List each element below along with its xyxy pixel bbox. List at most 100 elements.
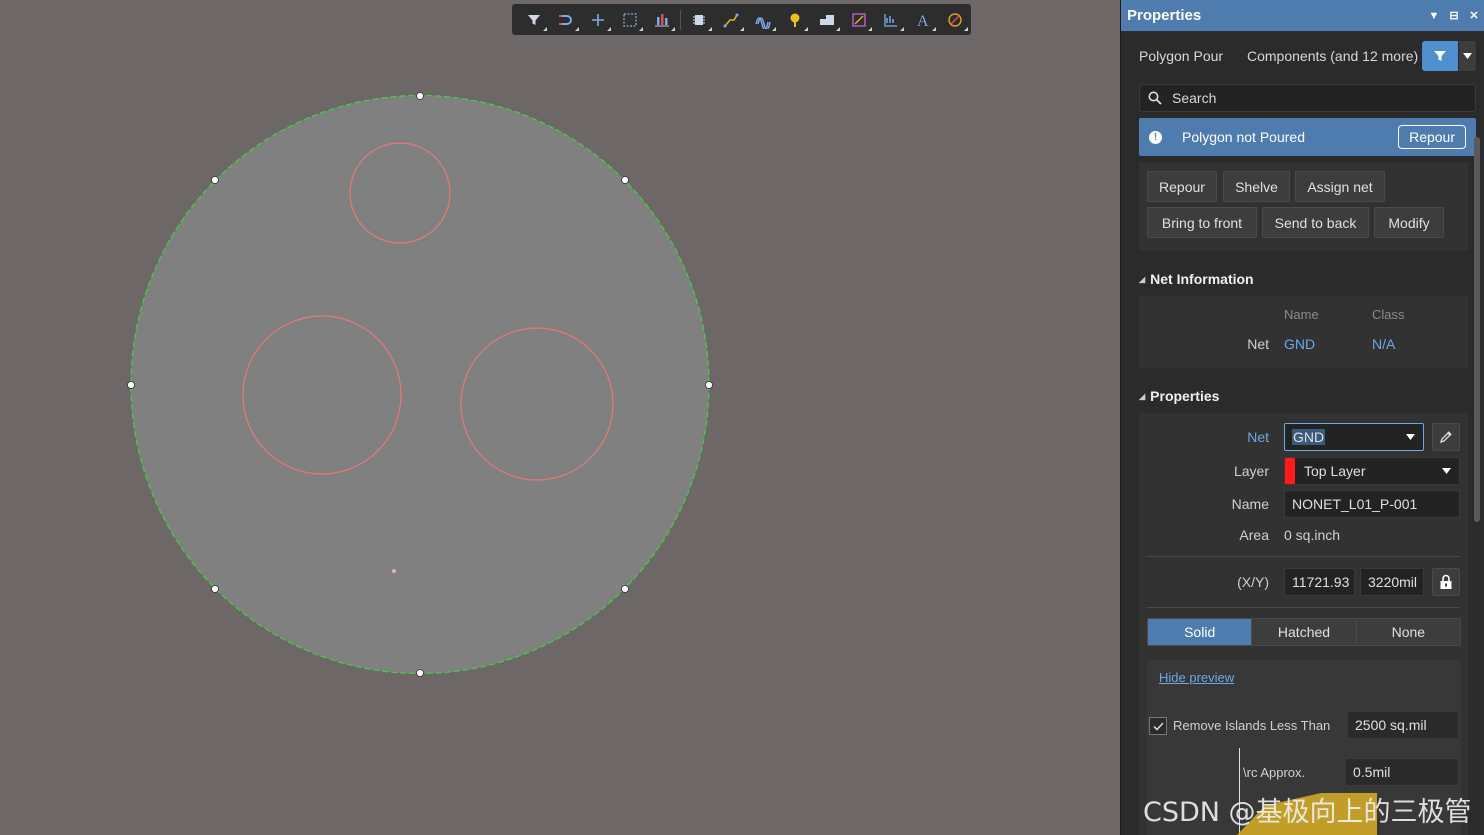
name-input[interactable]: NONET_L01_P-001 <box>1284 490 1460 518</box>
panel-close-icon[interactable]: ✕ <box>1464 9 1484 22</box>
panel-menu-icon[interactable]: ▼ <box>1424 10 1444 22</box>
panel-scrollbar[interactable] <box>1474 137 1480 522</box>
select-rect-icon[interactable] <box>614 6 646 33</box>
x-input[interactable]: 11721.93 <box>1284 568 1355 596</box>
layer-color-swatch <box>1285 458 1295 484</box>
object-type-label: Polygon Pour <box>1139 48 1224 64</box>
checkmark-icon <box>1152 721 1164 731</box>
net-col-name: Name <box>1284 307 1319 322</box>
info-icon: ! <box>1149 130 1162 144</box>
net-select-value: GND <box>1292 429 1326 445</box>
search-icon <box>1148 91 1162 105</box>
origin-dot <box>392 569 396 573</box>
layer-label: Layer <box>1233 463 1269 479</box>
filter-button[interactable] <box>1422 41 1458 71</box>
bring-to-front-button[interactable]: Bring to front <box>1147 207 1257 238</box>
hide-preview-link[interactable]: Hide preview <box>1159 670 1234 685</box>
fill-mode-none[interactable]: None <box>1356 619 1460 645</box>
diff-pair-icon[interactable] <box>747 6 779 33</box>
pcb-canvas[interactable]: A <box>0 0 1120 835</box>
chevron-down-icon <box>1463 53 1472 59</box>
name-label: Name <box>1231 496 1269 512</box>
net-row-label: Net <box>1247 336 1269 352</box>
repour-button[interactable]: Repour <box>1147 171 1217 202</box>
eyedropper-icon <box>1439 431 1452 444</box>
toolbar-separator <box>680 9 681 30</box>
panel-pin-icon[interactable]: ⊟ <box>1444 9 1464 22</box>
vertex-handle-right[interactable] <box>705 381 713 389</box>
vertex-handle-top-right[interactable] <box>621 176 629 184</box>
net-name-link[interactable]: GND <box>1284 336 1315 352</box>
watermark-text: CSDN @基极向上的三极管 <box>1143 797 1472 828</box>
lock-button[interactable] <box>1432 568 1460 596</box>
chart-icon[interactable] <box>875 6 907 33</box>
search-placeholder: Search <box>1172 90 1217 106</box>
net-information-header[interactable]: ◢ Net Information <box>1139 271 1254 287</box>
remove-islands-checkbox[interactable] <box>1149 717 1167 735</box>
xy-label: (X/Y) <box>1237 574 1269 590</box>
component-icon[interactable] <box>683 6 715 33</box>
search-input[interactable]: Search <box>1139 84 1476 112</box>
banner-repour-button[interactable]: Repour <box>1398 125 1466 149</box>
vertex-handle-top-left[interactable] <box>211 176 219 184</box>
name-input-value: NONET_L01_P-001 <box>1292 496 1418 512</box>
shelve-button[interactable]: Shelve <box>1223 171 1290 202</box>
filter-icon[interactable] <box>518 6 550 33</box>
align-icon[interactable] <box>646 6 678 33</box>
panel-header: Properties ▼ ⊟ ✕ <box>1121 0 1484 31</box>
active-bar-toolbar: A <box>512 4 971 35</box>
properties-header[interactable]: ◢ Properties <box>1139 388 1219 404</box>
net-label: Net <box>1247 429 1269 445</box>
fill-mode-solid[interactable]: Solid <box>1148 619 1253 645</box>
collapse-triangle-icon: ◢ <box>1139 274 1146 284</box>
x-input-value: 11721.93 <box>1292 574 1350 590</box>
net-information-title: Net Information <box>1150 271 1254 287</box>
keepout-icon[interactable] <box>939 6 971 33</box>
selection-summary[interactable]: Components (and 12 more) <box>1247 48 1422 64</box>
polygon-icon[interactable] <box>811 6 843 33</box>
layer-select-value: Top Layer <box>1304 463 1366 479</box>
cross-icon[interactable] <box>582 6 614 33</box>
properties-title: Properties <box>1150 388 1220 404</box>
net-select[interactable]: GND <box>1284 423 1424 451</box>
board-drawing[interactable] <box>0 0 1120 835</box>
y-input-value: 3220mil <box>1368 574 1418 590</box>
arc-approx-input[interactable]: 0.5mil <box>1345 758 1459 786</box>
vertex-handle-left[interactable] <box>127 381 135 389</box>
collapse-triangle-icon: ◢ <box>1139 391 1146 401</box>
region-icon[interactable] <box>843 6 875 33</box>
vertex-handle-bottom-left[interactable] <box>211 585 219 593</box>
area-label: Area <box>1239 527 1269 543</box>
filter-dropdown-button[interactable] <box>1458 41 1476 71</box>
vertex-handle-bottom[interactable] <box>416 669 424 677</box>
polygon-status-banner: ! Polygon not Poured Repour <box>1139 118 1476 156</box>
snap-icon[interactable] <box>550 6 582 33</box>
net-class-link[interactable]: N/A <box>1372 336 1395 352</box>
route-icon[interactable] <box>715 6 747 33</box>
fill-mode-hatched[interactable]: Hatched <box>1252 619 1357 645</box>
chevron-down-icon <box>1406 434 1415 440</box>
net-picker-button[interactable] <box>1432 423 1460 451</box>
divider <box>1147 556 1460 557</box>
y-input[interactable]: 3220mil <box>1360 568 1424 596</box>
arc-approx-value: 0.5mil <box>1353 764 1391 780</box>
remove-islands-label: Remove Islands Less Than <box>1173 718 1331 733</box>
layer-select[interactable]: Top Layer <box>1284 457 1460 485</box>
vertex-handle-top[interactable] <box>416 92 424 100</box>
remove-islands-value: 2500 sq.mil <box>1355 717 1427 733</box>
lock-icon <box>1440 574 1452 589</box>
remove-islands-input[interactable]: 2500 sq.mil <box>1347 711 1459 739</box>
modify-button[interactable]: Modify <box>1374 207 1444 238</box>
text-icon[interactable]: A <box>907 6 939 33</box>
chevron-down-icon <box>1442 468 1451 474</box>
selection-filter-row: Polygon Pour Components (and 12 more) <box>1139 41 1476 71</box>
banner-message: Polygon not Poured <box>1182 129 1305 145</box>
properties-panel: Properties ▼ ⊟ ✕ Polygon Pour Components… <box>1120 0 1484 835</box>
assign-net-button[interactable]: Assign net <box>1295 171 1385 202</box>
net-col-class: Class <box>1372 307 1405 322</box>
pad-icon[interactable] <box>779 6 811 33</box>
filter-icon <box>1434 51 1446 61</box>
arc-approx-label: \rc Approx. <box>1243 765 1306 780</box>
vertex-handle-bottom-right[interactable] <box>621 585 629 593</box>
send-to-back-button[interactable]: Send to back <box>1262 207 1369 238</box>
